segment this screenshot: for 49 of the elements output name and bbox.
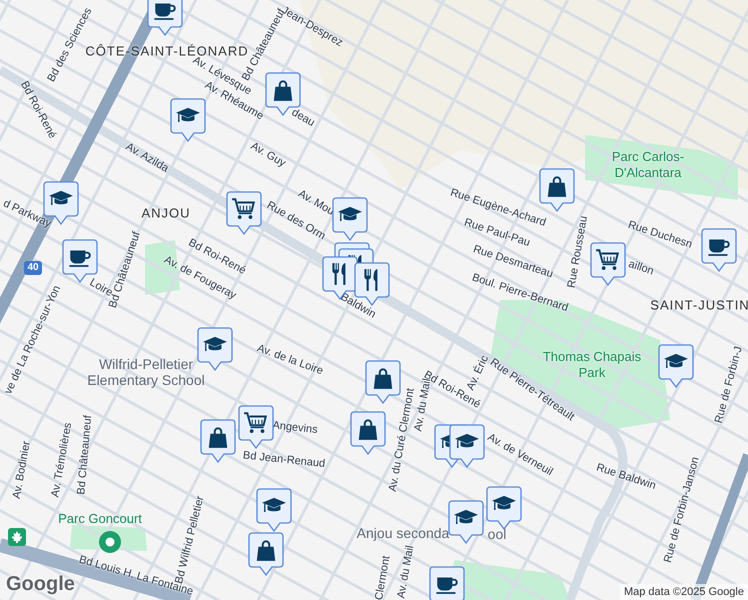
shopping-cart-icon <box>243 410 269 436</box>
school-marker[interactable] <box>197 327 233 371</box>
cafe-marker[interactable] <box>147 0 183 36</box>
school-marker[interactable] <box>658 344 694 388</box>
map-attribution: Map data ©2025 Google <box>620 584 748 600</box>
street-label: Rue Rousseau <box>566 214 591 289</box>
school-marker[interactable] <box>170 98 206 142</box>
street-label: aillon <box>626 257 656 280</box>
grocery-marker[interactable] <box>590 242 626 286</box>
park-area <box>145 240 180 295</box>
street-label: deau <box>288 105 318 132</box>
park-label: Parc Goncourt <box>58 511 142 527</box>
shopping-cart-icon <box>595 247 621 273</box>
shop-marker[interactable] <box>350 411 386 455</box>
street-label: Rue Baldwin <box>594 460 658 494</box>
park-label: Thomas Chapais Park <box>542 349 642 380</box>
park-label: Parc Carlos-D'Alcantara <box>610 149 686 181</box>
street-label: Clermont <box>372 554 394 600</box>
street-label: Av. du Mail <box>394 544 418 600</box>
district-label: ANJOU <box>141 204 191 222</box>
google-logo: Google <box>6 574 75 594</box>
street-label: Angevins <box>272 418 318 438</box>
shop-marker[interactable] <box>248 532 284 576</box>
street-label: Av. Bodinier <box>10 440 34 500</box>
cafe-marker[interactable] <box>429 566 465 600</box>
highway-shield: 40 <box>24 261 42 275</box>
street-label: Av. Mou <box>296 186 338 218</box>
street-label: Rue de Forbin-J <box>712 344 746 426</box>
school-marker[interactable] <box>448 500 484 544</box>
park-pin-icon <box>98 530 122 556</box>
cafe-marker[interactable] <box>701 228 737 272</box>
school-marker[interactable] <box>332 197 368 241</box>
shop-marker[interactable] <box>200 419 236 463</box>
street-label: Av. Trémolières <box>48 421 76 499</box>
street-label: Bd Châteauneuf <box>74 414 96 496</box>
street-label: Av. de la Loire <box>254 341 326 380</box>
shop-marker[interactable] <box>365 360 401 404</box>
street-label: Bd Jean-Renaud <box>242 448 326 472</box>
maple-leaf-icon <box>8 528 26 546</box>
street-label: Av. Guy <box>248 139 289 172</box>
place-label: ool <box>488 526 506 542</box>
school-marker[interactable] <box>486 486 522 530</box>
school-marker[interactable] <box>449 424 485 468</box>
place-label: Wilfrid-Pelletier Elementary School <box>86 356 206 388</box>
school-marker[interactable] <box>256 488 292 532</box>
place-label: Anjou seconda <box>356 525 450 541</box>
grocery-marker[interactable] <box>226 191 262 235</box>
shopping-cart-icon <box>231 196 257 222</box>
grocery-marker[interactable] <box>238 405 274 449</box>
